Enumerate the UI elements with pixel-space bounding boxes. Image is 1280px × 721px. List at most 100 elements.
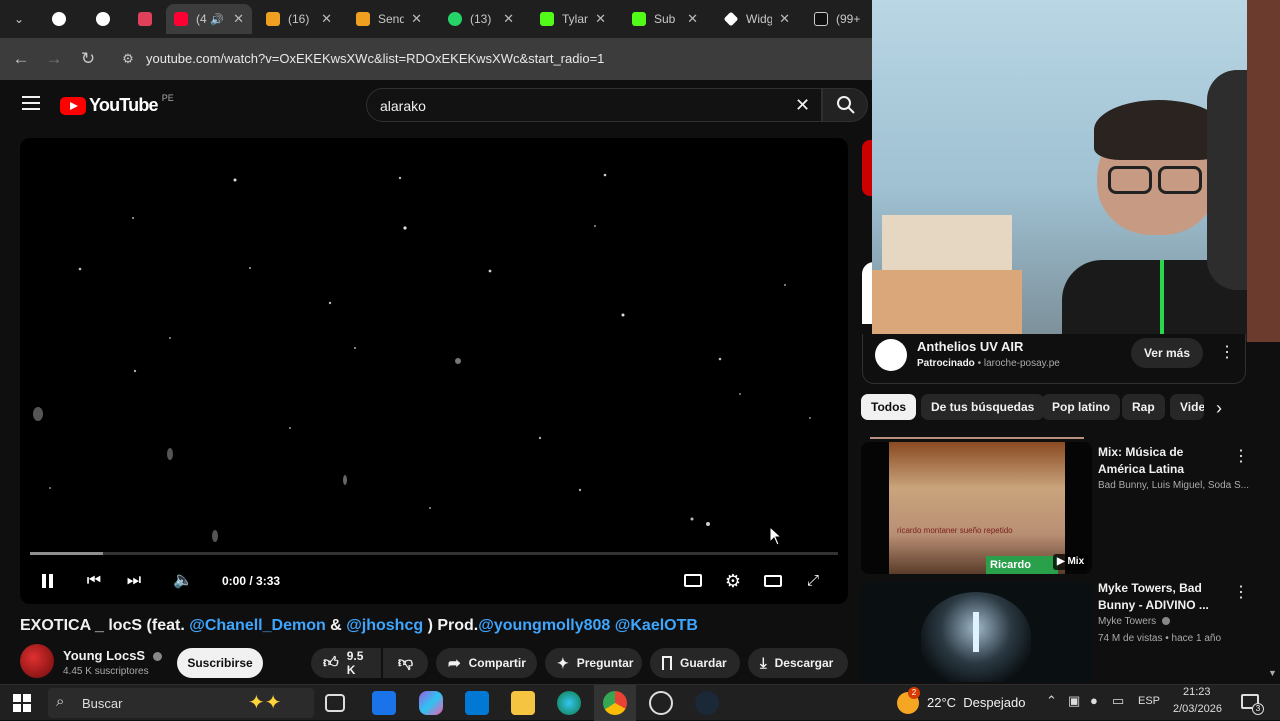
- steam-icon[interactable]: [695, 691, 719, 715]
- store-icon[interactable]: [465, 691, 489, 715]
- previous-icon: ⏮: [86, 572, 102, 589]
- close-tab-icon[interactable]: ✕: [779, 11, 790, 27]
- close-tab-icon[interactable]: ✕: [233, 11, 244, 27]
- previous-button[interactable]: ⏮: [81, 568, 107, 594]
- fullscreen-button[interactable]: ⤢: [800, 568, 826, 594]
- forward-arrow-icon[interactable]: →: [43, 48, 65, 70]
- chip-pop-latino[interactable]: Pop latino: [1042, 394, 1120, 420]
- recommendation-thumbnail[interactable]: ricardo montaner sueño repetido Ricardo …: [861, 442, 1092, 574]
- more-options-icon[interactable]: ⋮: [1219, 342, 1235, 362]
- save-button[interactable]: Guardar: [650, 648, 740, 678]
- more-options-icon[interactable]: ⋮: [1233, 582, 1249, 602]
- progress-bar[interactable]: [30, 552, 838, 555]
- dislike-button[interactable]: 👎︎: [383, 648, 428, 678]
- tab-16[interactable]: (16) ✕: [258, 4, 340, 34]
- close-tab-icon[interactable]: ✕: [687, 11, 698, 27]
- chip-de-tus-busquedas[interactable]: De tus búsquedas: [921, 394, 1045, 420]
- mix-icon: ▶: [1057, 556, 1068, 567]
- task-view-icon[interactable]: [325, 694, 345, 712]
- volume-button[interactable]: 🔈: [170, 568, 196, 594]
- search-button[interactable]: [822, 88, 868, 122]
- pause-button[interactable]: [34, 568, 60, 594]
- microphone-icon[interactable]: ●: [1090, 693, 1098, 708]
- search-input[interactable]: alarako ✕: [366, 88, 822, 122]
- next-button[interactable]: ⏭: [121, 568, 147, 594]
- chip-todos[interactable]: Todos: [861, 394, 917, 420]
- outlook-icon[interactable]: [372, 691, 396, 715]
- tab-widget[interactable]: Widg ✕: [716, 4, 798, 34]
- language-indicator[interactable]: ESP: [1138, 695, 1160, 707]
- tab-youtube-active[interactable]: (4 🔊 ✕: [166, 4, 252, 34]
- display-icon[interactable]: ▭: [1112, 693, 1124, 709]
- album-cover-brand: Ricardo: [986, 556, 1058, 574]
- channel-name[interactable]: Young LocsS: [63, 648, 162, 663]
- settings-button[interactable]: ⚙: [720, 568, 746, 594]
- theater-mode-button[interactable]: [760, 568, 786, 594]
- tab-send[interactable]: Send ✕: [348, 4, 430, 34]
- recommendation-title[interactable]: Myke Towers, Bad Bunny - ADIVINO ...: [1098, 580, 1228, 614]
- url-bar[interactable]: youtube.com/watch?v=OxEKEKwsXWc&list=RDO…: [146, 51, 604, 66]
- hamburger-menu-icon[interactable]: [22, 96, 40, 110]
- next-icon: ⏭: [126, 572, 142, 589]
- tab-search-button[interactable]: ⌄: [6, 4, 32, 34]
- scroll-down-icon[interactable]: ▼: [1268, 668, 1277, 678]
- close-tab-icon[interactable]: ✕: [411, 11, 422, 27]
- subtitles-button[interactable]: [680, 568, 706, 594]
- mention-link[interactable]: @Chanell_Demon: [189, 617, 326, 634]
- tab-red-app[interactable]: [130, 4, 160, 34]
- tab-github-1[interactable]: [44, 4, 70, 34]
- recommendation-thumbnail[interactable]: [861, 582, 1092, 682]
- youtube-logo[interactable]: YouTube PE: [60, 93, 174, 116]
- ad-card[interactable]: Anthelios UV AIR Patrocinado • laroche-p…: [862, 334, 1246, 384]
- edge-icon[interactable]: [557, 691, 581, 715]
- save-label: Guardar: [680, 656, 727, 670]
- mix-badge: ▶ Mix: [1053, 554, 1089, 570]
- windows-start-icon[interactable]: [13, 694, 31, 712]
- like-button[interactable]: 👍︎ 9.5 K: [311, 648, 381, 678]
- weather-text[interactable]: 22°C Despejado: [927, 695, 1025, 710]
- file-explorer-icon[interactable]: [511, 691, 535, 715]
- chip-rap[interactable]: Rap: [1122, 394, 1165, 420]
- clear-search-icon[interactable]: ✕: [795, 95, 810, 116]
- subscribe-button[interactable]: Suscribirse: [177, 648, 263, 678]
- glasses-shape: [1108, 166, 1152, 194]
- whatsapp-icon: [448, 12, 462, 26]
- chrome-taskbar-item[interactable]: [594, 685, 636, 721]
- chevron-up-icon[interactable]: ⌃: [1046, 693, 1057, 709]
- tab-whatsapp[interactable]: (13) ✕: [440, 4, 522, 34]
- pause-icon: [41, 573, 46, 588]
- close-tab-icon[interactable]: ✕: [321, 11, 332, 27]
- obs-icon[interactable]: [649, 691, 673, 715]
- youtube-icon: [174, 12, 188, 26]
- mention-link[interactable]: @youngmolly808: [478, 617, 610, 634]
- tab-github-2[interactable]: [88, 4, 114, 34]
- ad-title: Anthelios UV AIR: [917, 339, 1024, 354]
- chevron-right-icon[interactable]: ›: [1216, 398, 1222, 419]
- see-more-button[interactable]: Ver más: [1131, 338, 1203, 368]
- back-arrow-icon[interactable]: ←: [10, 48, 32, 70]
- clock-time[interactable]: 21:23: [1183, 686, 1211, 698]
- reload-icon[interactable]: ↻: [77, 48, 99, 70]
- close-tab-icon[interactable]: ✕: [503, 11, 514, 27]
- tab-label: Send: [378, 12, 404, 26]
- tab-tylan[interactable]: Tylan ✕: [532, 4, 614, 34]
- mention-link[interactable]: @jhoshcg: [346, 617, 423, 634]
- tab-sub[interactable]: Sub ✕: [624, 4, 706, 34]
- download-button[interactable]: ⤓ Descargar: [748, 648, 848, 678]
- more-options-icon[interactable]: ⋮: [1233, 446, 1249, 466]
- clock-date[interactable]: 2/03/2026: [1173, 703, 1222, 715]
- tray-app-icon[interactable]: ▣: [1068, 693, 1080, 709]
- recommendation-title[interactable]: Mix: Música de América Latina: [1098, 444, 1228, 478]
- like-count: 9.5 K: [346, 649, 364, 677]
- share-button[interactable]: ➦ Compartir: [436, 648, 537, 678]
- close-tab-icon[interactable]: ✕: [595, 11, 606, 27]
- channel-avatar[interactable]: [20, 644, 54, 678]
- taskbar-search[interactable]: ⌕ Buscar ✦✦: [48, 688, 314, 718]
- video-player[interactable]: ⏮ ⏭ 🔈 0:00 / 3:33 ⚙ ⤢: [20, 138, 848, 604]
- ask-button[interactable]: ✦ Preguntar: [545, 648, 642, 678]
- chip-videos[interactable]: Vide: [1170, 394, 1204, 420]
- copilot-icon[interactable]: [419, 691, 443, 715]
- site-info-icon[interactable]: ⚙: [117, 48, 139, 70]
- mention-link[interactable]: @KaelOTB: [610, 617, 698, 634]
- tab-tiktok[interactable]: (99+: [806, 4, 868, 34]
